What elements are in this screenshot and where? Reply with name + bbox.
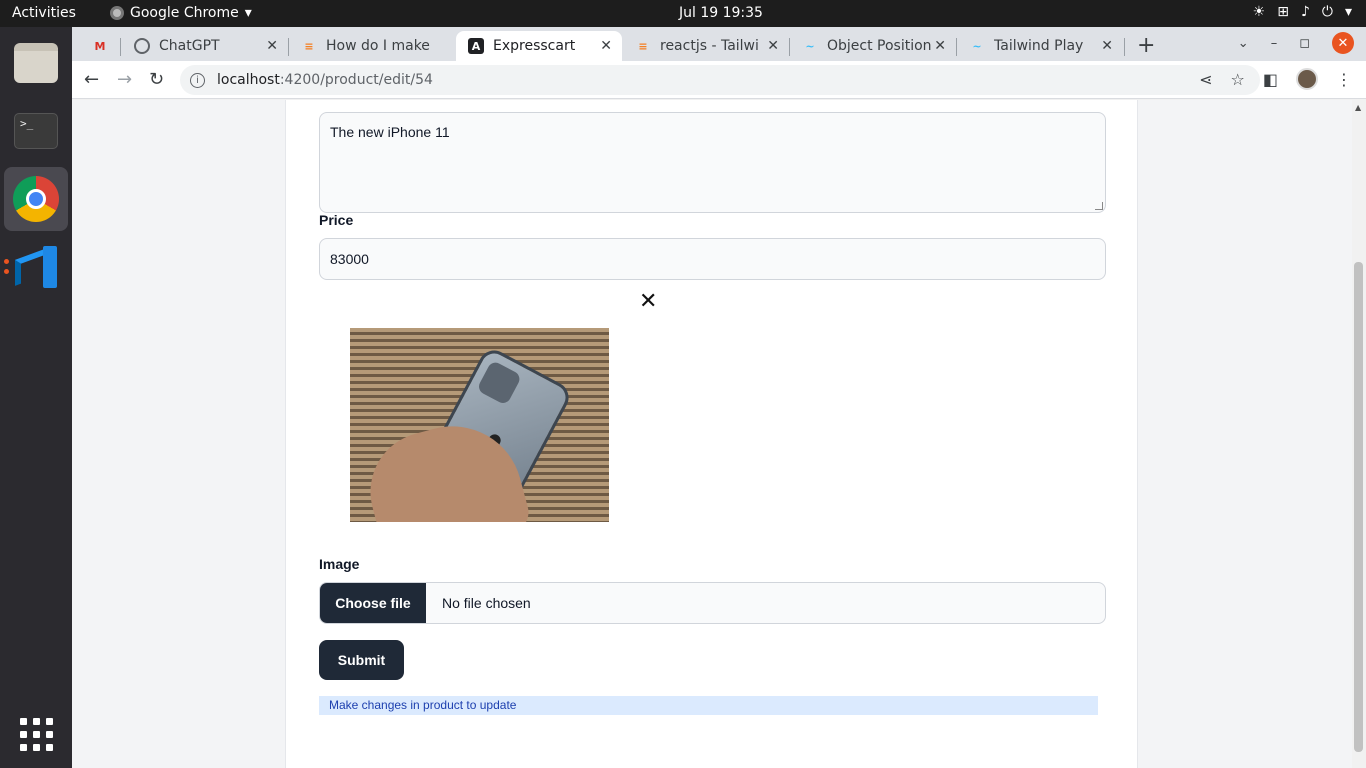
tab-title: How do I make	[326, 38, 430, 54]
close-icon[interactable]: ✕	[266, 38, 278, 54]
tab-title: Object Position	[827, 38, 932, 54]
new-tab-icon[interactable]: +	[1137, 33, 1155, 58]
tab-title: Tailwind Play	[994, 38, 1084, 54]
toolbar-actions: ⋖ ☆ ◧ ⋮	[1199, 68, 1352, 90]
close-window-icon[interactable]: ✕	[1332, 32, 1354, 54]
tab-title: Expresscart	[493, 38, 576, 54]
scrollbar-thumb[interactable]	[1354, 262, 1363, 752]
submit-button[interactable]: Submit	[319, 640, 404, 680]
menu-kebab-icon[interactable]: ⋮	[1336, 70, 1352, 89]
tab-gmail[interactable]: M	[80, 31, 124, 61]
dock-chrome[interactable]	[4, 167, 68, 231]
tab-stackoverflow-1[interactable]: ≡ How do I make	[289, 31, 455, 61]
close-icon[interactable]: ✕	[767, 38, 779, 54]
chrome-icon	[13, 176, 59, 222]
side-panel-icon[interactable]: ◧	[1263, 70, 1278, 89]
system-tray[interactable]: ☀ ⊞ ♪ ⏻ ▾	[1253, 4, 1352, 20]
dock: >_	[0, 27, 72, 768]
profile-avatar[interactable]	[1296, 68, 1318, 90]
caret-down-icon: ▾	[244, 5, 252, 21]
url-host: localhost	[217, 72, 280, 88]
app-menu-label: Google Chrome	[130, 5, 239, 21]
resize-handle[interactable]	[1095, 202, 1103, 210]
brightness-icon: ☀	[1252, 4, 1266, 20]
product-image-preview	[350, 328, 609, 522]
clock[interactable]: Jul 19 19:35	[679, 5, 763, 21]
app-grid-icon[interactable]	[20, 718, 53, 751]
remove-image-icon[interactable]: ✕	[639, 291, 657, 313]
image-label: Image	[319, 556, 360, 572]
dock-files[interactable]	[4, 31, 68, 95]
chrome-small-icon	[110, 6, 124, 20]
system-top-bar: Activities Google Chrome ▾ Jul 19 19:35 …	[0, 0, 1366, 27]
info-message: Make changes in product to update	[319, 696, 1098, 715]
tab-search-icon[interactable]: ⌄	[1238, 36, 1249, 51]
page-viewport: The new iPhone 11 Price 83000 ✕ Image Ch…	[72, 100, 1366, 768]
page-scrollbar[interactable]: ▲	[1352, 100, 1366, 768]
minimize-icon[interactable]: –	[1271, 36, 1278, 51]
close-icon[interactable]: ✕	[934, 38, 946, 54]
tab-strip: M ChatGPT ✕ ≡ How do I make A Expresscar…	[72, 27, 1366, 61]
description-value: The new iPhone 11	[330, 124, 450, 140]
tab-stackoverflow-2[interactable]: ≡ reactjs - Tailwi ✕	[623, 31, 789, 61]
window-controls: ⌄ – ◻ ✕	[1238, 32, 1354, 54]
file-status-text: No file chosen	[442, 595, 531, 611]
close-icon[interactable]: ✕	[1101, 38, 1113, 54]
files-icon	[14, 43, 58, 83]
activities-button[interactable]: Activities	[12, 5, 76, 21]
browser-toolbar: ← → ↻ i localhost:4200/product/edit/54 ⋖…	[72, 61, 1366, 99]
dock-terminal[interactable]: >_	[4, 99, 68, 163]
angular-icon: A	[468, 38, 484, 54]
price-label: Price	[319, 212, 354, 228]
tab-title: ChatGPT	[159, 38, 220, 54]
tab-title: reactjs - Tailwi	[660, 38, 759, 54]
app-menu[interactable]: Google Chrome ▾	[110, 5, 252, 21]
address-bar[interactable]: i localhost:4200/product/edit/54	[180, 65, 1260, 95]
power-icon: ⏻	[1321, 4, 1333, 20]
share-icon[interactable]: ⋖	[1199, 70, 1212, 89]
choose-file-button[interactable]: Choose file	[320, 583, 426, 623]
url-path: :4200/product/edit/54	[279, 72, 433, 88]
image-file-input[interactable]: Choose file No file chosen	[319, 582, 1106, 624]
price-value: 83000	[330, 251, 369, 267]
dock-vscode[interactable]	[4, 235, 68, 299]
maximize-icon[interactable]: ◻	[1299, 36, 1310, 51]
price-input[interactable]: 83000	[319, 238, 1106, 280]
back-icon[interactable]: ←	[84, 69, 99, 90]
tab-chatgpt[interactable]: ChatGPT ✕	[122, 31, 288, 61]
forward-icon[interactable]: →	[117, 69, 132, 90]
terminal-icon: >_	[14, 113, 58, 149]
site-info-icon[interactable]: i	[190, 72, 205, 88]
tailwind-icon: ~	[972, 39, 982, 53]
tab-expresscart[interactable]: A Expresscart ✕	[456, 31, 622, 61]
reload-icon[interactable]: ↻	[149, 69, 164, 90]
scroll-up-arrow-icon[interactable]: ▲	[1355, 103, 1361, 112]
edit-product-card: The new iPhone 11 Price 83000 ✕ Image Ch…	[285, 100, 1138, 768]
stackoverflow-icon: ≡	[304, 39, 314, 53]
description-textarea[interactable]: The new iPhone 11	[319, 112, 1106, 213]
close-icon[interactable]: ✕	[600, 38, 612, 54]
stackoverflow-icon: ≡	[638, 39, 648, 53]
network-icon: ⊞	[1277, 4, 1289, 20]
vscode-icon	[15, 246, 57, 288]
gmail-icon: M	[94, 39, 106, 53]
tailwind-icon: ~	[805, 39, 815, 53]
volume-icon: ♪	[1300, 4, 1310, 20]
tab-object-position[interactable]: ~ Object Position ✕	[790, 31, 956, 61]
caret-down-icon: ▾	[1344, 4, 1352, 20]
tab-tailwind-play[interactable]: ~ Tailwind Play ✕	[957, 31, 1123, 61]
chatgpt-icon	[134, 38, 150, 54]
bookmark-star-icon[interactable]: ☆	[1231, 70, 1245, 89]
